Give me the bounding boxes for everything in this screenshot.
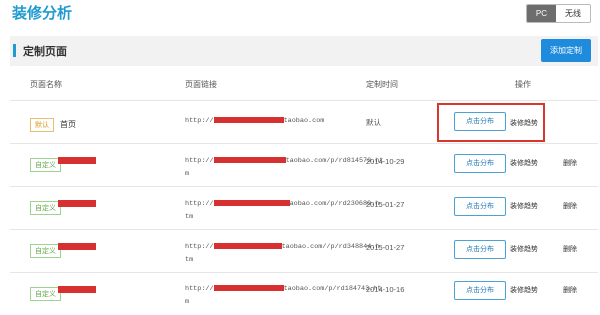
delete-link[interactable]: 删除 (563, 158, 577, 168)
custom-tag: 自定义 (30, 244, 61, 258)
table-row: 自定义 http://taobao.com/p/rd814570.ht m 201… (10, 146, 598, 186)
redacted-page-name (58, 243, 96, 250)
section-title: 定制页面 (23, 46, 67, 58)
custom-time: 2015-01-27 (366, 200, 405, 209)
divider (10, 143, 598, 144)
add-custom-page-button[interactable]: 添加定制 (541, 39, 591, 62)
device-toggle: PC 无线 (525, 4, 591, 23)
decoration-trend-link[interactable]: 装修趋势 (510, 158, 538, 168)
click-distribution-button[interactable]: 点击分布 (454, 240, 506, 259)
table-row: 自定义 http://aobao.com/p/rd230680.h tm 2015… (10, 189, 598, 229)
redacted-page-name (58, 157, 96, 164)
column-header-time: 定制时间 (366, 80, 398, 89)
page-url[interactable]: http://aobao.com/p/rd230680.h tm (185, 198, 379, 224)
custom-tag: 自定义 (30, 287, 61, 301)
custom-time: 默认 (366, 118, 381, 127)
delete-link[interactable]: 删除 (563, 201, 577, 211)
section-accent-bar (13, 44, 16, 57)
default-tag: 默认 (30, 118, 54, 132)
divider (10, 186, 598, 187)
table-row: 自定义 http://taobao.com/p/rd184743.ht m 201… (10, 275, 598, 315)
custom-time: 2014-10-16 (366, 285, 405, 294)
decoration-trend-link[interactable]: 装修趋势 (510, 285, 538, 295)
decoration-trend-link[interactable]: 装修趋势 (510, 201, 538, 211)
section-header: 定制页面 添加定制 (10, 36, 598, 66)
divider (10, 229, 598, 230)
page-url[interactable]: http://taobao.com//p/rd348844.h tm (185, 241, 379, 267)
custom-tag: 自定义 (30, 158, 61, 172)
decoration-trend-link[interactable]: 装修趋势 (510, 244, 538, 254)
delete-link[interactable]: 删除 (563, 285, 577, 295)
column-header-link: 页面链接 (185, 80, 217, 89)
page-name: 首页 (60, 120, 76, 129)
page-url[interactable]: http://taobao.com/p/rd814570.ht m (185, 155, 383, 181)
column-header-name: 页面名称 (30, 80, 62, 89)
divider (10, 100, 598, 101)
click-distribution-button[interactable]: 点击分布 (454, 281, 506, 300)
page-title: 装修分析 (12, 5, 73, 22)
click-distribution-button[interactable]: 点击分布 (454, 197, 506, 216)
table-row: 自定义 http://taobao.com//p/rd348844.h tm 20… (10, 232, 598, 272)
page-url[interactable]: http://taobao.com/p/rd184743.ht m (185, 283, 381, 309)
custom-tag: 自定义 (30, 201, 61, 215)
column-header-action: 操作 (515, 80, 531, 89)
redacted-page-name (58, 286, 96, 293)
custom-time: 2015-01-27 (366, 243, 405, 252)
page-url[interactable]: http://taobao.com (185, 115, 324, 128)
delete-link[interactable]: 删除 (563, 244, 577, 254)
toggle-pc[interactable]: PC (526, 5, 556, 22)
redacted-page-name (58, 200, 96, 207)
toggle-wireless[interactable]: 无线 (556, 5, 590, 22)
highlight-box (437, 103, 545, 142)
divider (10, 272, 598, 273)
click-distribution-button[interactable]: 点击分布 (454, 154, 506, 173)
custom-time: 2014-10-29 (366, 157, 405, 166)
